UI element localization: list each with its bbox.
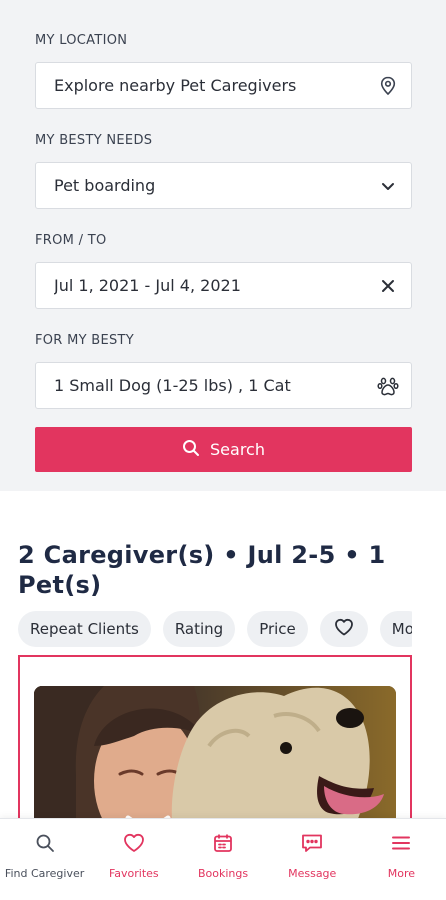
search-icon [182,439,200,461]
filter-chip-rating[interactable]: Rating [162,611,236,647]
dates-value: Jul 1, 2021 - Jul 4, 2021 [54,276,241,295]
nav-label-more: More [387,867,416,880]
nav-label-bookings: Bookings [197,867,249,880]
heart-icon [123,833,145,857]
location-label: MY LOCATION [35,33,128,48]
search-panel: MY LOCATION Explore nearby Pet Caregiver… [0,0,446,491]
pets-label: FOR MY BESTY [35,333,135,348]
calendar-icon [213,833,233,857]
nav-item-more[interactable]: More [357,819,446,900]
filter-chip-price[interactable]: Price [247,611,308,647]
heart-icon [334,618,354,640]
dates-label: FROM / TO [35,233,107,248]
needs-value: Pet boarding [54,176,156,195]
dates-field[interactable]: Jul 1, 2021 - Jul 4, 2021 [35,262,412,309]
needs-label: MY BESTY NEEDS [35,133,153,148]
results-title: 2 Caregiver(s) • Jul 2-5 • 1 Pet(s) [18,541,386,599]
location-field[interactable]: Explore nearby Pet Caregivers [35,62,412,109]
menu-icon [391,833,411,857]
nav-label-message: Message [288,867,337,880]
nav-item-find-caregiver[interactable]: Find Caregiver [0,819,89,900]
chevron-down-icon [377,175,399,197]
map-pin-icon[interactable] [377,75,399,97]
pets-value: 1 Small Dog (1-25 lbs) , 1 Cat [54,376,291,395]
search-button[interactable]: Search [35,427,412,472]
nav-item-bookings[interactable]: Bookings [178,819,267,900]
close-icon[interactable] [377,275,399,297]
filter-chip-repeat-clients[interactable]: Repeat Clients [18,611,151,647]
message-icon [301,833,323,857]
filter-chips: Repeat Clients Rating Price Mo [18,611,412,651]
nav-label-find-caregiver: Find Caregiver [4,867,85,880]
search-icon [35,833,55,857]
nav-item-message[interactable]: Message [268,819,357,900]
bottom-nav: Find Caregiver Favorites Bookings Messag… [0,818,446,900]
filter-chip-more[interactable]: Mo [379,611,412,647]
needs-select[interactable]: Pet boarding [35,162,412,209]
search-button-label: Search [210,440,265,459]
filter-chip-favorites[interactable] [319,611,368,647]
nav-item-favorites[interactable]: Favorites [89,819,178,900]
paw-icon[interactable] [377,375,399,397]
nav-label-favorites: Favorites [108,867,159,880]
pets-field[interactable]: 1 Small Dog (1-25 lbs) , 1 Cat [35,362,412,409]
location-value: Explore nearby Pet Caregivers [54,76,297,95]
